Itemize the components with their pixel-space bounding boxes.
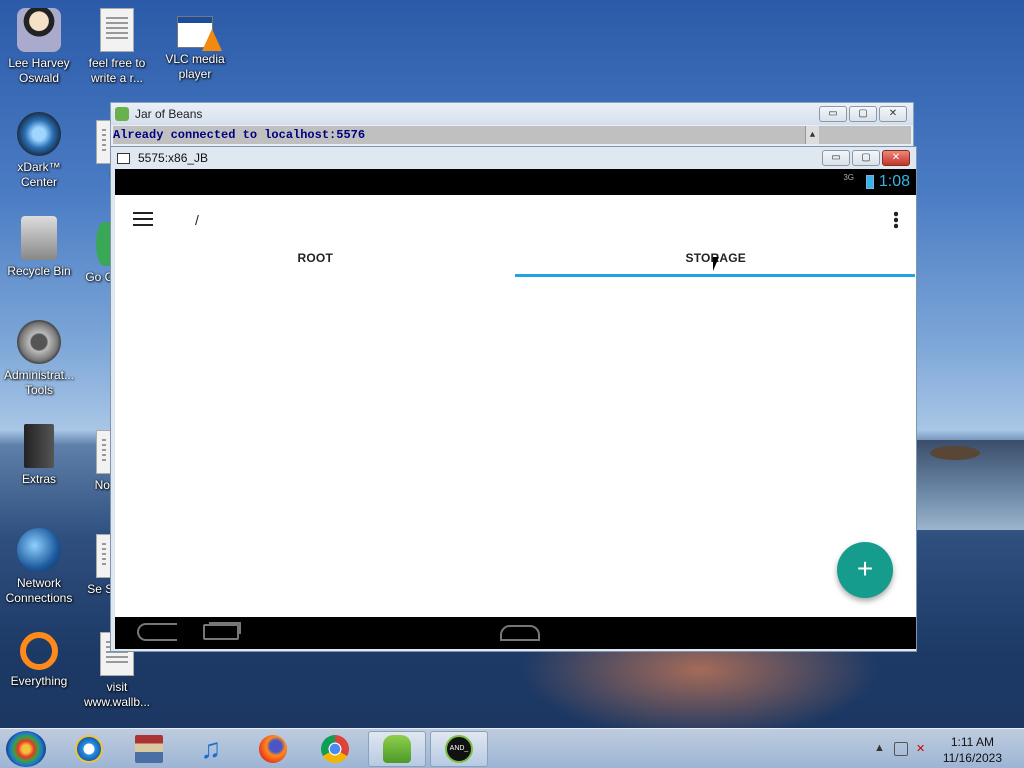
android-icon: [383, 735, 411, 763]
more-options-icon[interactable]: [894, 211, 898, 229]
emulator-icon: AND_: [445, 735, 473, 763]
desktop-icon-lee-harvey-oswald[interactable]: Lee Harvey Oswald: [0, 8, 78, 86]
desktop-icon-label: Network Connections: [5, 576, 73, 605]
tab-bar: ROOT STORAGE: [115, 245, 916, 277]
vlc-icon: [177, 16, 222, 51]
firefox-icon: [259, 735, 287, 763]
console-text: Already connected to localhost:5576: [113, 128, 366, 142]
text-document-icon: [100, 8, 134, 52]
window-title: Jar of Beans: [135, 107, 203, 121]
jar-of-beans-window[interactable]: Jar of Beans ▭ ▢ ✕ Already connected to …: [110, 102, 914, 152]
window-icon: [117, 152, 130, 164]
archive-icon: [135, 735, 163, 763]
minimize-button[interactable]: ▭: [819, 106, 847, 122]
recycle-bin-icon: [21, 216, 57, 260]
jar-of-beans-titlebar[interactable]: Jar of Beans ▭ ▢ ✕: [111, 103, 913, 125]
system-tray: ▲ ✕ 1:11 AM 11/16/2023: [864, 729, 1024, 768]
start-button[interactable]: [6, 731, 46, 767]
taskbar-clock[interactable]: 1:11 AM 11/16/2023: [943, 734, 1002, 766]
clock-time: 1:11 AM: [950, 735, 994, 749]
maximize-button[interactable]: ▢: [852, 150, 880, 166]
back-icon[interactable]: [137, 623, 177, 641]
desktop-icon-feel-free[interactable]: feel free to write a r...: [78, 8, 156, 86]
desktop-icon-label: VLC media player: [165, 52, 225, 81]
desktop-icon-label: Extras: [21, 472, 56, 486]
chrome-icon: [321, 735, 349, 763]
desktop-icon-admin-tools[interactable]: Administrat... Tools: [0, 320, 78, 398]
desktop-icon-everything[interactable]: Everything: [0, 632, 78, 689]
desktop-icon-recycle-bin[interactable]: Recycle Bin: [0, 216, 78, 279]
recent-apps-icon[interactable]: [203, 624, 239, 640]
emulator-window[interactable]: 5575:x86_JB ▭ ▢ ✕ 3G 1:08 / ROOT STORAGE…: [110, 146, 917, 652]
desktop-icon-label: visit www.wallb...: [83, 680, 151, 709]
android-nav-bar: [115, 617, 916, 649]
taskbar-archive-app[interactable]: [120, 731, 178, 767]
close-button[interactable]: ✕: [882, 150, 910, 166]
app-toolbar: /: [115, 195, 916, 245]
folder-icon: [24, 424, 54, 468]
desktop-icon-label: xDark™ Center: [17, 160, 61, 189]
maximize-button[interactable]: ▢: [849, 106, 877, 122]
status-time: 1:08: [878, 173, 910, 190]
desktop-icon-network-connections[interactable]: Network Connections: [0, 528, 78, 606]
taskbar-jar-of-beans[interactable]: [368, 731, 426, 767]
android-screen[interactable]: 3G 1:08 / ROOT STORAGE +: [115, 169, 916, 649]
taskbar-itunes[interactable]: ♫: [182, 731, 240, 767]
search-icon: [20, 632, 58, 670]
android-status-bar: 3G 1:08: [115, 169, 916, 195]
desktop-icon-label: Everything: [10, 674, 68, 688]
android-icon: [115, 107, 129, 121]
current-path: /: [195, 212, 199, 228]
home-icon[interactable]: [500, 625, 540, 641]
wallpaper-rocks: [930, 446, 980, 460]
taskbar-chrome[interactable]: [306, 731, 364, 767]
gear-icon: [17, 320, 61, 364]
mouse-cursor-icon: [713, 257, 719, 271]
desktop-icon-label: Lee Harvey Oswald: [8, 56, 70, 85]
tab-root[interactable]: ROOT: [115, 245, 516, 277]
add-fab-button[interactable]: +: [837, 542, 893, 598]
desktop-icon-label: feel free to write a r...: [88, 56, 146, 85]
volume-muted-icon[interactable]: ✕: [916, 742, 930, 756]
character-icon: [17, 8, 61, 52]
network-tray-icon[interactable]: [894, 742, 908, 756]
minimize-button[interactable]: ▭: [822, 150, 850, 166]
taskbar: ♫ AND_ ▲ ✕ 1:11 AM 11/16/2023: [0, 728, 1024, 768]
desktop-icon-label: Administrat... Tools: [3, 368, 75, 397]
window-title: 5575:x86_JB: [138, 151, 209, 165]
menu-icon[interactable]: [133, 212, 153, 226]
desktop-icon-vlc[interactable]: VLC media player: [156, 8, 234, 82]
network-indicator: 3G: [843, 173, 854, 182]
console-output: Already connected to localhost:5576 ▲: [113, 126, 911, 144]
battery-icon: [866, 175, 874, 189]
music-note-icon: ♫: [200, 733, 222, 764]
tab-selected-indicator: [515, 274, 915, 277]
scrollbar-up-arrow-icon[interactable]: ▲: [805, 126, 819, 144]
taskbar-android-emulator[interactable]: AND_: [430, 731, 488, 767]
show-hidden-icons-icon[interactable]: ▲: [874, 742, 888, 756]
network-icon: [17, 528, 61, 572]
close-button[interactable]: ✕: [879, 106, 907, 122]
taskbar-firefox[interactable]: [244, 731, 302, 767]
desktop-icon-xdark-center[interactable]: xDark™ Center: [0, 112, 78, 190]
desktop-icon-label: Recycle Bin: [7, 264, 71, 278]
taskbar-internet-explorer[interactable]: [60, 731, 118, 767]
desktop-icon-extras[interactable]: Extras: [0, 424, 78, 487]
xdark-icon: [17, 112, 61, 156]
clock-date: 11/16/2023: [942, 751, 1002, 765]
internet-explorer-icon: [75, 735, 103, 763]
emulator-titlebar[interactable]: 5575:x86_JB ▭ ▢ ✕: [111, 147, 916, 169]
